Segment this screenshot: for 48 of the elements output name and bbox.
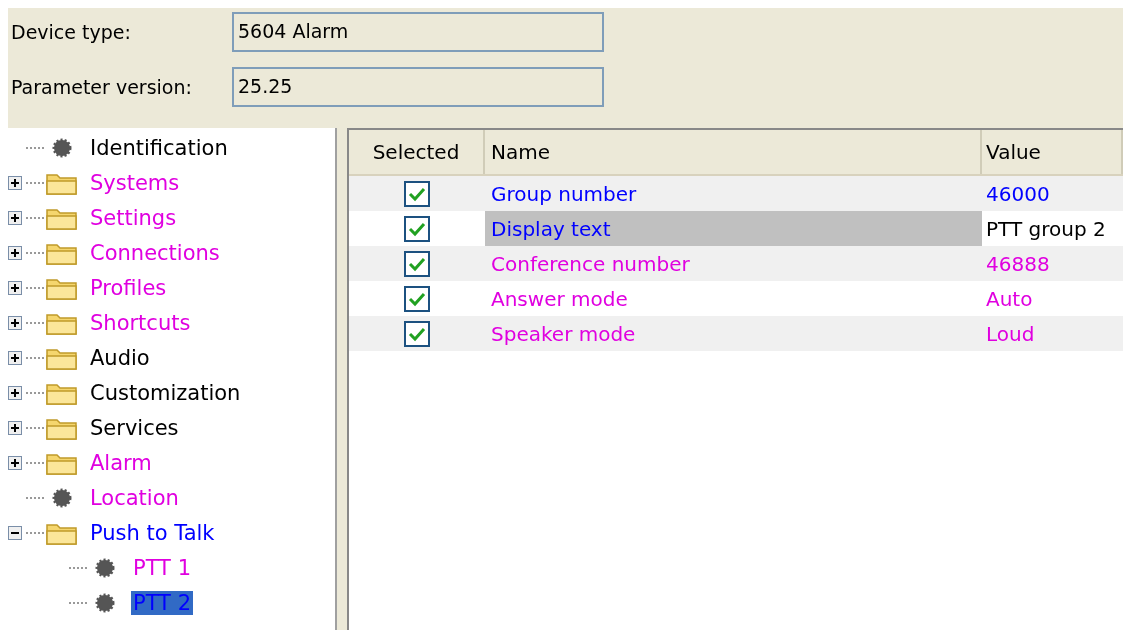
- checkbox[interactable]: [404, 320, 430, 347]
- expander-icon[interactable]: [8, 245, 24, 260]
- gear-icon: [95, 592, 115, 613]
- field-label: Device type:: [11, 21, 132, 43]
- column-header[interactable]: Name: [485, 130, 982, 174]
- gear-icon: [95, 557, 115, 578]
- tree-item[interactable]: Systems: [88, 170, 182, 195]
- expander-icon[interactable]: [8, 175, 24, 190]
- table-cell-text: Answer mode: [490, 285, 629, 313]
- tree-item[interactable]: Profiles: [88, 275, 169, 300]
- table-cell-text: Conference number: [490, 250, 691, 278]
- expander-icon[interactable]: [8, 210, 24, 225]
- field-label: Parameter version:: [11, 76, 193, 98]
- tree-item[interactable]: Connections: [88, 240, 222, 265]
- table-cell-text: 46000: [985, 180, 1051, 208]
- gear-icon: [52, 487, 72, 508]
- tree-item[interactable]: Settings: [88, 205, 179, 230]
- expander-icon[interactable]: [8, 420, 24, 435]
- tree-item[interactable]: Location: [88, 485, 181, 510]
- tree-item[interactable]: Push to Talk: [88, 520, 217, 545]
- checkbox[interactable]: [404, 180, 430, 207]
- tree-item[interactable]: Customization: [88, 380, 243, 405]
- tree-item[interactable]: Alarm: [88, 450, 154, 475]
- expander-icon[interactable]: [8, 315, 24, 330]
- table-cell-text: 46888: [985, 250, 1051, 278]
- tree-item[interactable]: PTT 1: [131, 555, 193, 580]
- tree-item[interactable]: Identification: [88, 135, 230, 160]
- column-header[interactable]: Selected: [349, 130, 485, 174]
- table-cell-text: Group number: [490, 180, 638, 208]
- checkbox[interactable]: [404, 285, 430, 312]
- expander-icon[interactable]: [8, 525, 24, 540]
- table-cell-text: Loud: [985, 320, 1036, 348]
- expander-icon[interactable]: [8, 455, 24, 470]
- input-field[interactable]: 5604 Alarm: [232, 12, 604, 52]
- tree-item[interactable]: Shortcuts: [88, 310, 193, 335]
- input-field[interactable]: 25.25: [232, 67, 604, 107]
- expander-icon[interactable]: [8, 280, 24, 295]
- column-header[interactable]: Value: [982, 130, 1123, 174]
- table-cell: Display text: [485, 211, 982, 246]
- tree-item[interactable]: Services: [88, 415, 181, 440]
- tree-item[interactable]: Audio: [88, 345, 152, 370]
- gear-icon: [52, 137, 72, 158]
- checkbox[interactable]: [404, 250, 430, 277]
- expander-icon[interactable]: [8, 350, 24, 365]
- expander-icon[interactable]: [8, 385, 24, 400]
- table-cell-text: Speaker mode: [490, 320, 637, 348]
- checkbox[interactable]: [404, 215, 430, 242]
- table-cell-text: Auto: [985, 285, 1034, 313]
